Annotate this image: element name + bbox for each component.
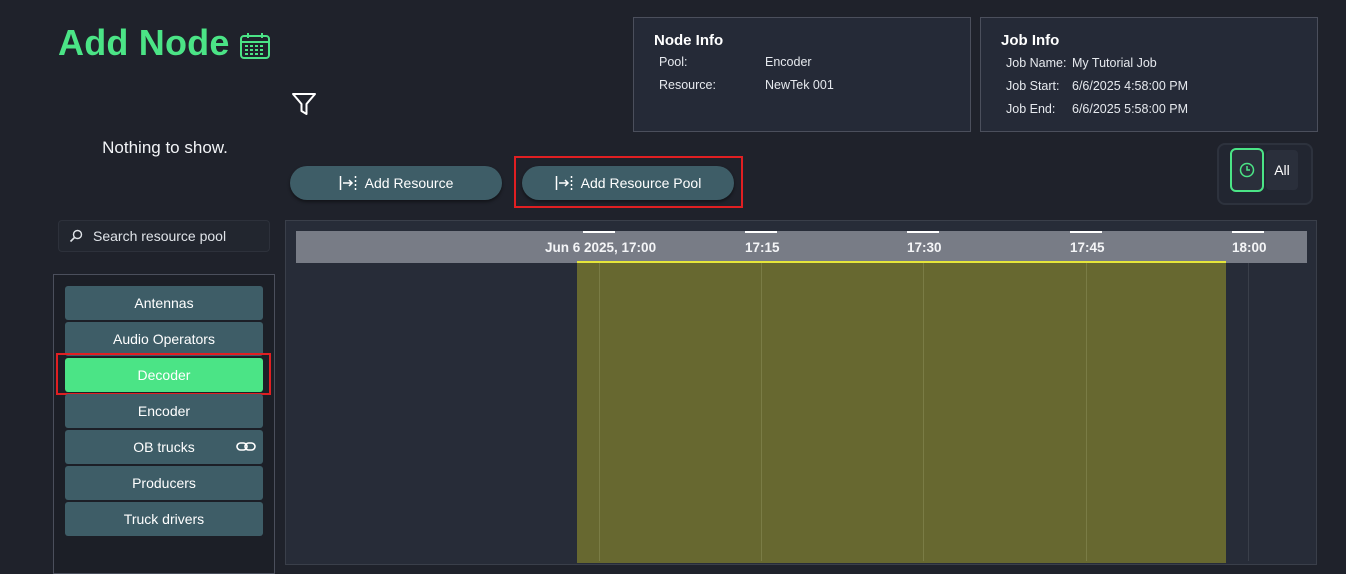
job-time-block-edge <box>577 261 1226 263</box>
job-info-value: 6/6/2025 5:58:00 PM <box>1072 102 1189 116</box>
node-info-value: NewTek 001 <box>765 78 834 92</box>
pool-item-truck-drivers[interactable]: Truck drivers <box>65 502 263 536</box>
pool-item-label: OB trucks <box>133 439 195 455</box>
job-time-block <box>577 263 1226 563</box>
grid-line <box>1248 263 1249 561</box>
pool-item-ob-trucks[interactable]: OB trucks <box>65 430 263 464</box>
page-title: Add Node <box>58 22 230 63</box>
pool-item-label: Producers <box>132 475 196 491</box>
pool-item-antennas[interactable]: Antennas <box>65 286 263 320</box>
search-icon <box>69 229 83 243</box>
pool-item-encoder[interactable]: Encoder <box>65 394 263 428</box>
node-info-key: Pool: <box>659 55 688 69</box>
link-icon[interactable] <box>236 440 256 454</box>
calendar-icon[interactable] <box>239 32 271 60</box>
tick-label: 17:45 <box>1070 240 1105 255</box>
highlight-add-resource-pool <box>514 156 743 208</box>
tick-marker <box>745 231 777 233</box>
pool-item-label: Audio Operators <box>113 331 215 347</box>
tick-marker <box>1070 231 1102 233</box>
node-info-panel: Node Info Pool: Encoder Resource: NewTek… <box>633 17 971 132</box>
node-info-heading: Node Info <box>654 32 724 49</box>
tick-label: 18:00 <box>1232 240 1267 255</box>
filter-icon[interactable] <box>290 90 318 118</box>
timeline-header <box>296 231 1307 263</box>
clock-icon <box>1239 162 1255 178</box>
node-info-key: Resource: <box>659 78 716 92</box>
grid-line <box>761 263 762 561</box>
job-info-heading: Job Info <box>1001 32 1060 49</box>
tick-label: 17:15 <box>745 240 780 255</box>
tick-label: 17:30 <box>907 240 942 255</box>
node-info-value: Encoder <box>765 55 812 69</box>
grid-line <box>923 263 924 561</box>
add-resource-label: Add Resource <box>364 175 454 191</box>
pool-item-label: Truck drivers <box>123 511 205 527</box>
pool-item-producers[interactable]: Producers <box>65 466 263 500</box>
clock-view-button[interactable] <box>1230 148 1264 192</box>
grid-line <box>599 263 600 561</box>
empty-state-message: Nothing to show. <box>102 138 228 157</box>
job-info-value: 6/6/2025 4:58:00 PM <box>1072 79 1189 93</box>
pool-item-audio-operators[interactable]: Audio Operators <box>65 322 263 356</box>
tick-marker <box>907 231 939 233</box>
highlight-decoder <box>56 353 271 395</box>
job-info-value: My Tutorial Job <box>1072 56 1157 70</box>
tick-marker <box>583 231 615 233</box>
pool-item-label: Encoder <box>137 403 191 419</box>
add-resource-button[interactable]: Add Resource <box>290 166 502 200</box>
arrow-to-bar-icon <box>339 176 356 190</box>
search-box <box>58 220 270 252</box>
job-info-panel: Job Info Job Name: My Tutorial Job Job S… <box>980 17 1318 132</box>
search-input[interactable] <box>91 227 265 245</box>
job-info-key: Job Start: <box>1006 79 1060 93</box>
job-info-key: Job End: <box>1006 102 1056 116</box>
job-info-key: Job Name: <box>1006 56 1067 70</box>
tick-marker <box>1232 231 1264 233</box>
grid-line <box>1086 263 1087 561</box>
all-view-button[interactable]: All <box>1266 150 1298 190</box>
tick-label: Jun 6 2025, 17:00 <box>545 240 657 255</box>
pool-item-label: Antennas <box>134 295 194 311</box>
